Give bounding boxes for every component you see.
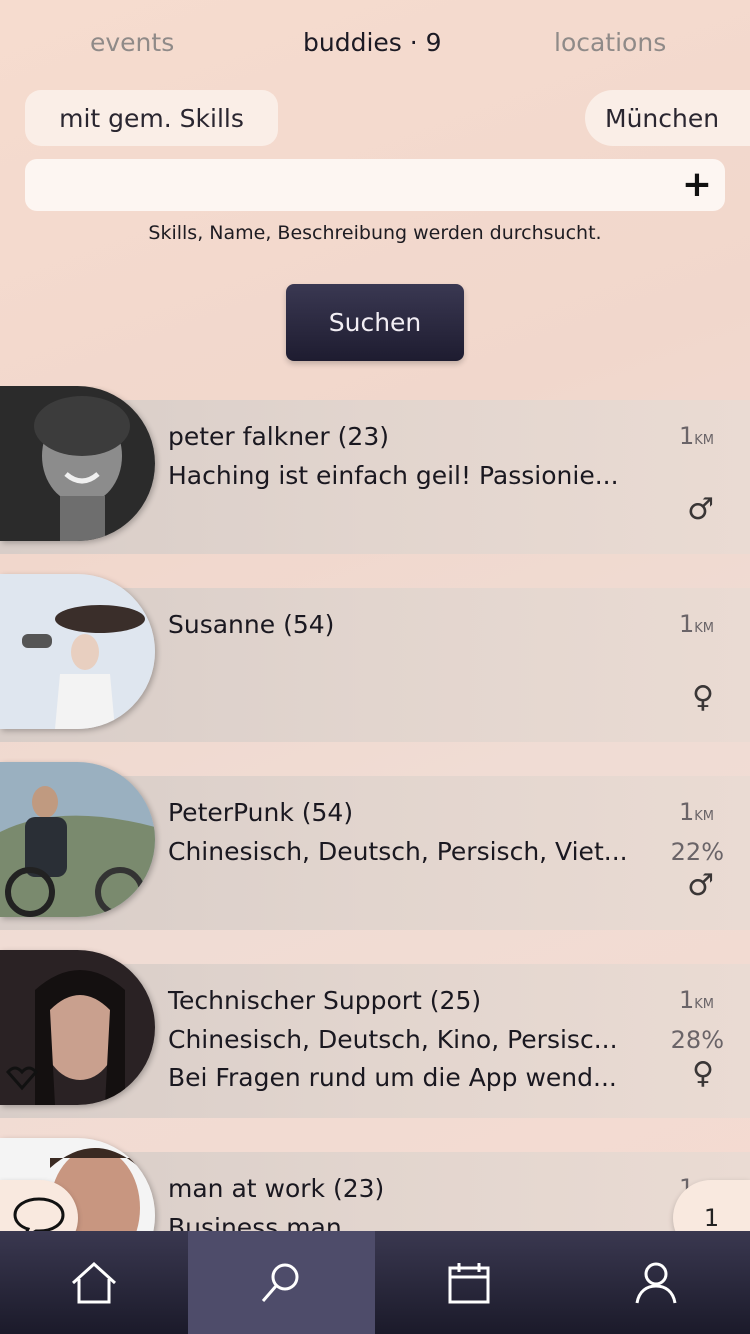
buddy-name: man at work (23) xyxy=(168,1174,385,1203)
buddy-list: peter falkner (23) Haching ist einfach g… xyxy=(0,386,750,1231)
buddy-skills: Chinesisch, Deutsch, Persisch, Viet... xyxy=(168,837,628,866)
skills-filter-chip[interactable]: mit gem. Skills xyxy=(25,90,278,146)
search-icon xyxy=(262,1263,299,1302)
buddy-card[interactable]: man at work (23) Business man 1KM xyxy=(0,1138,750,1231)
buddy-card[interactable]: Susanne (54) 1KM ♀ xyxy=(0,574,750,742)
buddy-distance: 1KM xyxy=(678,422,714,450)
buddy-name: PeterPunk (54) xyxy=(168,798,354,827)
nav-calendar[interactable] xyxy=(375,1231,563,1334)
buddy-name: Technischer Support (25) xyxy=(168,986,482,1015)
tab-buddies[interactable]: buddies · 9 xyxy=(303,28,442,57)
male-icon: ♂ xyxy=(687,868,714,903)
search-hint: Skills, Name, Beschreibung werden durchs… xyxy=(148,222,602,244)
plus-icon[interactable]: + xyxy=(679,165,715,205)
search-input[interactable]: + xyxy=(25,159,725,211)
match-percentage: 28% xyxy=(670,1026,724,1054)
calendar-icon xyxy=(448,1262,490,1303)
avatar[interactable] xyxy=(0,574,155,729)
city-filter-chip[interactable]: München xyxy=(585,90,750,146)
buddy-distance: 1KM xyxy=(678,986,714,1014)
avatar[interactable] xyxy=(0,762,155,917)
search-button[interactable]: Suchen xyxy=(286,284,464,361)
buddy-distance: 1KM xyxy=(678,610,714,638)
buddy-description: Haching ist einfach geil! Passionie... xyxy=(168,461,619,490)
buddy-skills: Chinesisch, Deutsch, Kino, Persisc... xyxy=(168,1025,618,1054)
avatar[interactable] xyxy=(0,950,155,1105)
tab-bar: events buddies · 9 locations xyxy=(0,20,750,70)
buddy-distance: 1KM xyxy=(678,798,714,826)
nav-search[interactable] xyxy=(187,1231,375,1334)
female-icon: ♀ xyxy=(692,680,714,715)
buddy-name: Susanne (54) xyxy=(168,610,335,639)
buddy-description: Business man xyxy=(168,1213,342,1231)
home-icon xyxy=(71,1261,116,1303)
nav-home[interactable] xyxy=(0,1231,188,1334)
nav-profile[interactable] xyxy=(563,1231,750,1334)
male-icon: ♂ xyxy=(687,492,714,527)
buddy-description: Bei Fragen rund um die App wend... xyxy=(168,1063,617,1092)
buddy-card[interactable]: peter falkner (23) Haching ist einfach g… xyxy=(0,386,750,554)
buddy-name: peter falkner (23) xyxy=(168,422,389,451)
buddy-card[interactable]: PeterPunk (54) Chinesisch, Deutsch, Pers… xyxy=(0,762,750,930)
buddy-card[interactable]: Technischer Support (25) Chinesisch, Deu… xyxy=(0,950,750,1118)
tab-locations[interactable]: locations xyxy=(554,28,666,57)
match-percentage: 22% xyxy=(670,838,724,866)
female-icon: ♀ xyxy=(692,1056,714,1091)
avatar[interactable] xyxy=(0,386,155,541)
bottom-nav xyxy=(0,1231,750,1334)
profile-icon xyxy=(635,1262,677,1303)
tab-events[interactable]: events xyxy=(90,28,174,57)
